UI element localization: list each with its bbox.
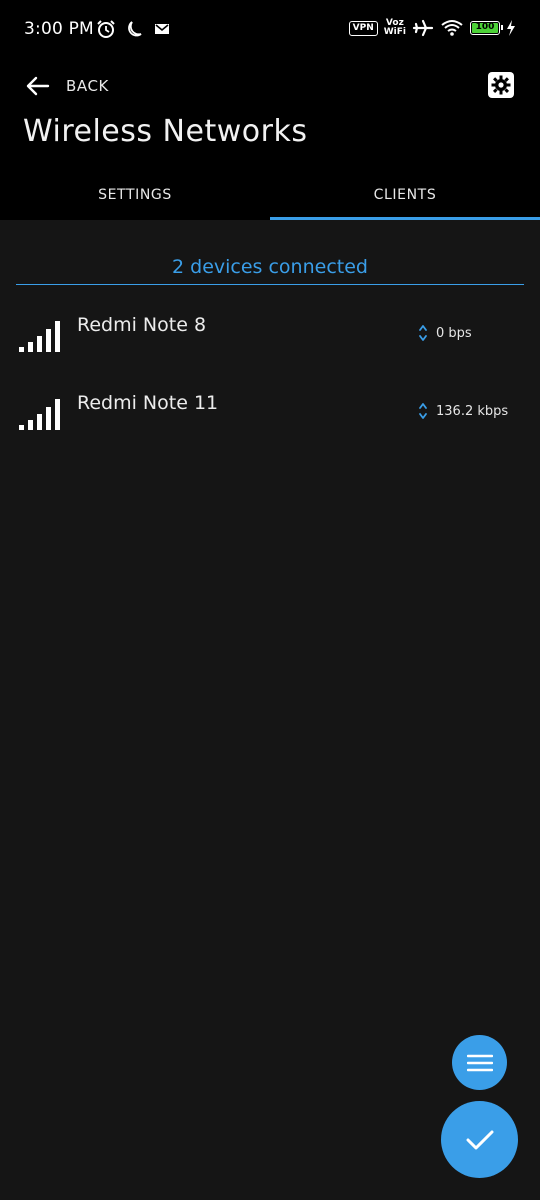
client-name: Redmi Note 8 [77,314,207,336]
page-title: Wireless Networks [23,114,308,149]
battery-indicator: 100 [470,21,503,35]
battery-tip [501,25,503,30]
alarm-icon [97,20,115,38]
battery-level: 100 [472,23,498,33]
app-header: BACK Wireless Networks SETTINGS CLIENTS [0,60,540,220]
client-speed: 0 bps [418,324,472,342]
confirm-fab-button[interactable] [441,1101,518,1178]
status-right-icons: VPN Voz WiFi 100 [348,18,516,38]
wifi-icon [441,20,463,36]
client-row[interactable]: Redmi Note 8 0 bps [0,302,540,362]
app-screen: 3:00 PM VPN Voz WiFi 100 BACK Wireless N… [0,0,540,1200]
tab-settings[interactable]: SETTINGS [0,170,270,220]
up-down-arrow-icon [419,325,427,341]
tab-clients[interactable]: CLIENTS [270,170,540,220]
vpn-badge: VPN [348,20,378,36]
up-down-arrow-icon [419,403,427,419]
client-speed: 136.2 kbps [418,402,508,420]
menu-fab-button[interactable] [452,1035,507,1090]
status-left-icons [96,19,172,39]
tab-bar: SETTINGS CLIENTS [0,170,540,220]
signal-strength-icon [19,399,60,430]
wifi-label: WiFi [383,27,406,37]
moon-icon [128,21,142,37]
airplane-icon [412,19,434,37]
back-label: BACK [66,77,109,95]
check-icon [466,1130,493,1149]
mail-icon [155,24,169,34]
client-name: Redmi Note 11 [77,392,219,414]
charging-icon [507,20,515,36]
devices-connected-summary: 2 devices connected [16,254,524,285]
status-bar: 3:00 PM VPN Voz WiFi 100 [0,0,540,60]
speed-value: 0 bps [436,325,472,341]
status-time: 3:00 PM [24,19,94,39]
back-button[interactable]: BACK [24,72,109,100]
client-row[interactable]: Redmi Note 11 136.2 kbps [0,380,540,440]
signal-strength-icon [19,321,60,352]
voz-wifi-badge: Voz WiFi [384,19,406,37]
gear-icon[interactable] [488,72,514,98]
menu-icon [466,1054,493,1071]
speed-value: 136.2 kbps [436,403,509,419]
arrow-left-icon [26,76,50,96]
